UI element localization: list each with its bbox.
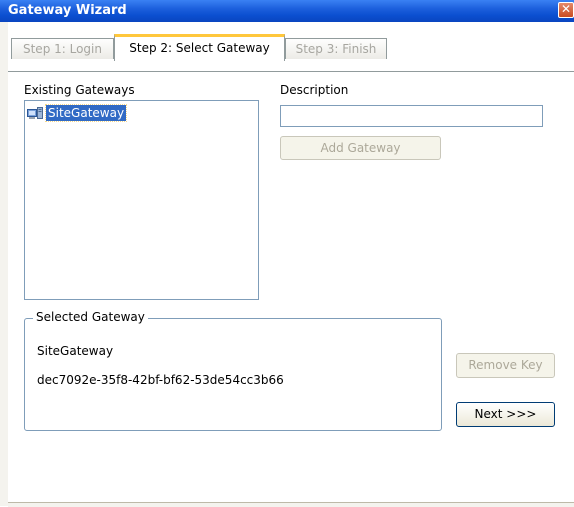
next-button[interactable]: Next >>> bbox=[456, 402, 555, 427]
tab-step-2-select-gateway[interactable]: Step 2: Select Gateway bbox=[114, 34, 285, 61]
list-item-label: SiteGateway bbox=[44, 104, 128, 122]
selected-gateway-name: SiteGateway bbox=[37, 344, 114, 358]
list-item[interactable]: SiteGateway bbox=[27, 104, 128, 122]
description-label: Description bbox=[280, 83, 349, 97]
description-field[interactable] bbox=[280, 105, 543, 127]
tab-strip: Step 1: Login Step 2: Select Gateway Ste… bbox=[8, 34, 574, 72]
existing-gateways-label: Existing Gateways bbox=[24, 83, 135, 97]
tab-step-3-finish[interactable]: Step 3: Finish bbox=[285, 38, 387, 59]
remove-key-button[interactable]: Remove Key bbox=[456, 353, 555, 378]
tab-step-1-login[interactable]: Step 1: Login bbox=[11, 38, 114, 59]
wizard-client-area: Step 1: Login Step 2: Select Gateway Ste… bbox=[8, 22, 574, 502]
window-left-edge bbox=[0, 22, 8, 506]
existing-gateways-list[interactable]: SiteGateway bbox=[24, 100, 259, 300]
close-icon[interactable]: ✕ bbox=[558, 2, 574, 18]
tab-divider bbox=[8, 71, 574, 72]
gateway-wizard-window: Gateway Wizard ✕ Step 1: Login Step 2: S… bbox=[0, 0, 574, 507]
gateway-icon bbox=[27, 107, 43, 119]
selected-gateway-group: Selected Gateway SiteGateway dec7092e-35… bbox=[24, 310, 442, 431]
window-bottom-edge bbox=[8, 502, 574, 507]
window-title: Gateway Wizard bbox=[8, 3, 127, 18]
selected-gateway-legend: Selected Gateway bbox=[33, 310, 148, 324]
title-bar[interactable]: Gateway Wizard ✕ bbox=[0, 0, 574, 22]
add-gateway-button[interactable]: Add Gateway bbox=[280, 136, 441, 160]
selected-gateway-id: dec7092e-35f8-42bf-bf62-53de54cc3b66 bbox=[37, 373, 284, 387]
